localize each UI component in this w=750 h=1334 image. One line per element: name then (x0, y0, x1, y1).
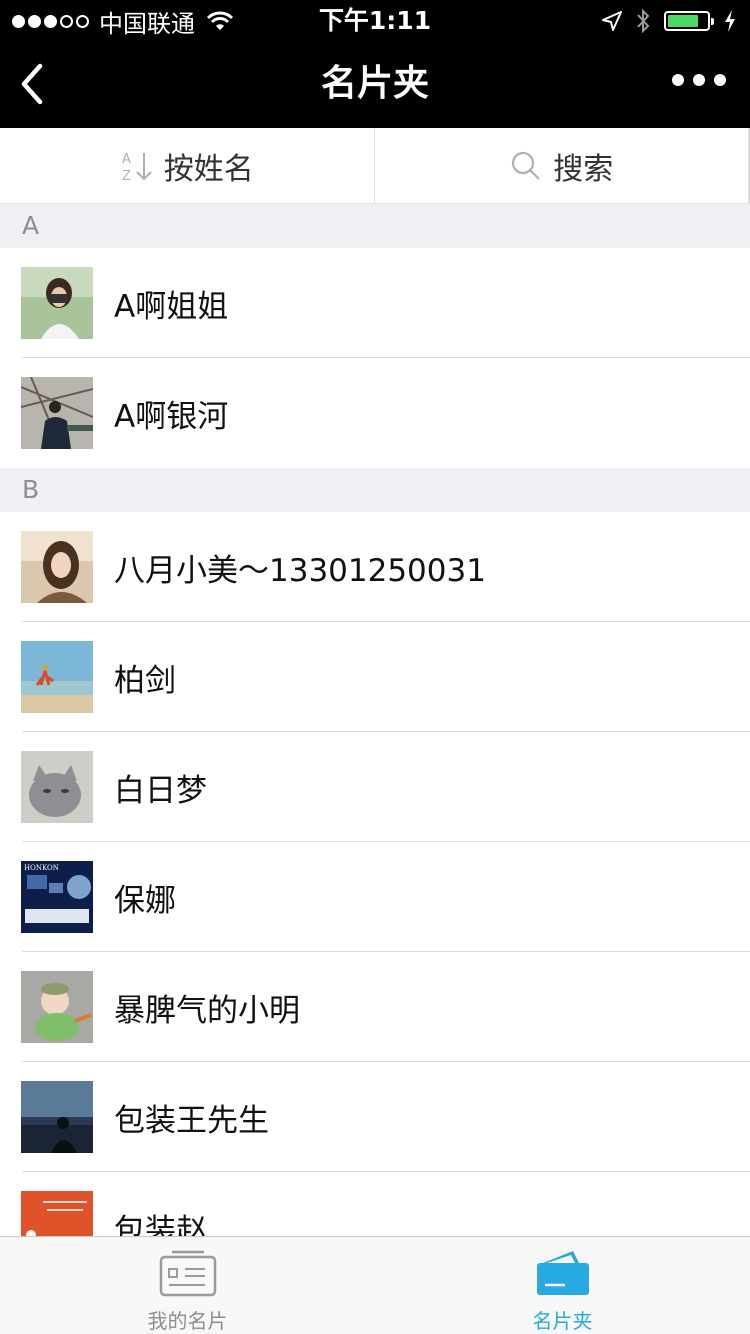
tab-my-card-label: 我的名片 (147, 1309, 228, 1333)
search-button[interactable]: 搜索 (373, 128, 750, 203)
contact-avatar (21, 267, 93, 339)
contact-avatar (21, 531, 93, 603)
navigation-bar: 名片夹 (0, 40, 750, 128)
svg-text:A: A (122, 152, 131, 167)
toolbar: A Z 按姓名 搜索 (0, 128, 750, 204)
search-label: 搜索 (553, 151, 614, 187)
location-arrow-icon (602, 11, 622, 31)
sort-az-icon: A Z (122, 152, 152, 183)
contact-avatar (21, 751, 93, 823)
battery-icon (664, 11, 714, 31)
tab-bar: 我的名片 名片夹 (0, 1236, 750, 1334)
contact-name: 八月小美～13301250031 (114, 552, 486, 589)
contact-list: A A啊姐姐 A啊银河 B 八月小美～13301250031 柏剑 白日梦 HO… (0, 204, 750, 1236)
tab-card-holder-label: 名片夹 (532, 1309, 593, 1333)
contact-row[interactable]: 柏剑 (0, 622, 750, 732)
svg-text:HONKON: HONKON (24, 864, 59, 872)
page-title: 名片夹 (320, 63, 429, 104)
contact-avatar (21, 1081, 93, 1153)
contact-name: 白日梦 (114, 772, 207, 809)
bluetooth-icon (637, 9, 650, 33)
section-header-a: A (0, 204, 750, 248)
sort-by-name-label: 按姓名 (163, 151, 254, 187)
contact-row[interactable]: A啊姐姐 (0, 248, 750, 358)
contact-name: 保娜 (114, 882, 176, 919)
svg-text:Z: Z (122, 169, 131, 183)
contact-name: 柏剑 (114, 662, 176, 699)
contact-avatar (21, 377, 93, 449)
contact-name: A啊银河 (114, 398, 229, 435)
contact-name: 暴脾气的小明 (114, 992, 300, 1029)
section-header-b: B (0, 468, 750, 512)
contact-row[interactable]: 白日梦 (0, 732, 750, 842)
contact-avatar: HONKON (21, 861, 93, 933)
business-card-icon (159, 1250, 216, 1297)
status-bar: 中国联通 下午1:11 (0, 0, 750, 40)
charging-bolt-icon (725, 10, 735, 32)
contact-name: 包装赵 (114, 1212, 207, 1237)
contact-row[interactable]: 包装王先生 (0, 1062, 750, 1172)
tab-my-card[interactable]: 我的名片 (0, 1237, 375, 1334)
contact-name: A啊姐姐 (114, 288, 229, 325)
sort-by-name-button[interactable]: A Z 按姓名 (0, 128, 374, 203)
status-right (602, 4, 736, 38)
contact-avatar (21, 641, 93, 713)
contact-row[interactable]: HONKON 保娜 (0, 842, 750, 952)
search-icon (512, 151, 541, 180)
more-icon[interactable] (672, 74, 726, 86)
tab-card-holder[interactable]: 名片夹 (375, 1237, 750, 1334)
contact-row[interactable]: 八月小美～13301250031 (0, 512, 750, 622)
contact-name: 包装王先生 (114, 1102, 269, 1139)
contact-row[interactable]: 暴脾气的小明 (0, 952, 750, 1062)
contact-avatar (21, 971, 93, 1043)
card-holder-icon (536, 1251, 589, 1295)
contact-avatar (21, 1191, 93, 1236)
contact-row[interactable]: A啊银河 (0, 358, 750, 468)
contact-row[interactable]: 包装赵 (0, 1172, 750, 1236)
